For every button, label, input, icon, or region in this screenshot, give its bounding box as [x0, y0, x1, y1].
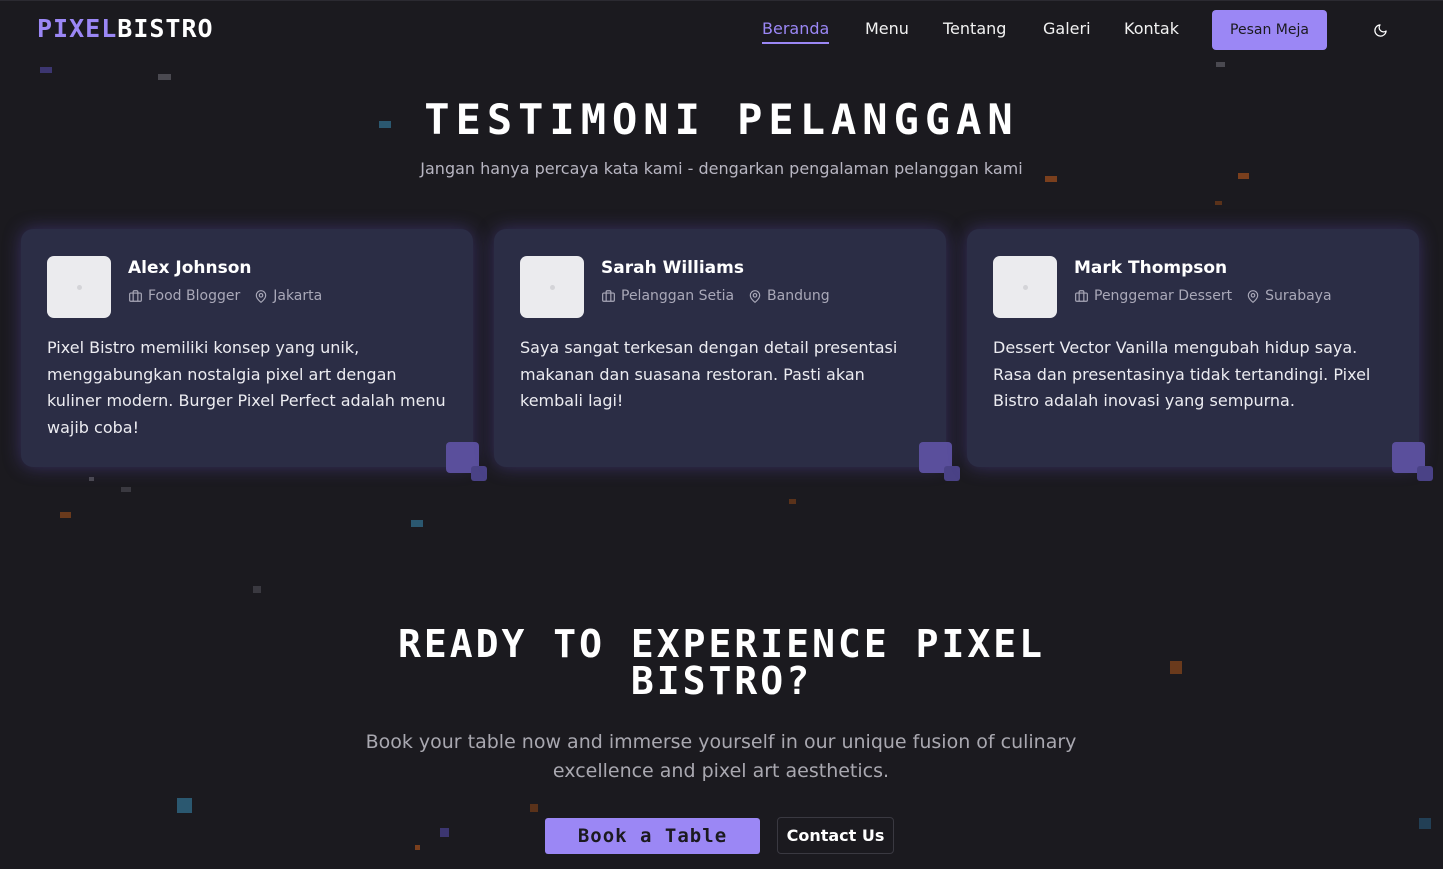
pixel-particle	[177, 798, 192, 813]
testimonial-quote: Pixel Bistro memiliki konsep yang unik, …	[47, 338, 446, 437]
map-pin-icon	[748, 289, 762, 304]
testimonial-meta: Food Blogger Jakarta	[128, 287, 322, 305]
pixel-particle	[1215, 201, 1222, 205]
testimonial-name: Alex Johnson	[128, 258, 252, 278]
moon-icon	[1373, 23, 1387, 37]
pixel-particle	[253, 586, 261, 593]
avatar	[520, 256, 584, 318]
pixel-particle	[530, 804, 538, 812]
avatar	[47, 256, 111, 318]
briefcase-icon	[1074, 289, 1089, 303]
top-navbar: PIXELBISTRO Beranda Menu Tentang Galeri …	[0, 0, 1443, 58]
briefcase-icon	[128, 289, 143, 303]
nav-link-kontak[interactable]: Kontak	[1124, 18, 1179, 40]
pixel-particle	[158, 74, 171, 80]
pixel-particle	[60, 512, 71, 518]
testimonial-card: Mark Thompson Penggemar Dessert Surabaya…	[967, 229, 1433, 481]
testimonial-location: Bandung	[767, 288, 830, 304]
briefcase-icon	[601, 289, 616, 303]
pixel-corner-decoration	[471, 466, 487, 481]
theme-toggle-button[interactable]	[1369, 19, 1391, 41]
pixel-corner-decoration	[1417, 466, 1433, 481]
testimonials-title: TESTIMONI PELANGGAN	[424, 95, 1019, 144]
pixel-particle	[1419, 818, 1431, 829]
book-table-button[interactable]: Book a Table	[545, 818, 760, 854]
nav-link-beranda[interactable]: Beranda	[762, 18, 830, 44]
nav-link-galeri[interactable]: Galeri	[1043, 18, 1091, 40]
cta-description: Book your table now and immerse yourself…	[365, 731, 1077, 782]
testimonial-role: Penggemar Dessert	[1094, 288, 1233, 304]
brand-logo-part1: PIXEL	[37, 14, 118, 43]
nav-link-tentang[interactable]: Tentang	[943, 18, 1006, 40]
nav-link-menu[interactable]: Menu	[865, 18, 909, 40]
testimonial-role: Food Blogger	[148, 288, 241, 304]
pixel-particle	[411, 520, 423, 527]
pixel-particle	[415, 845, 420, 850]
avatar	[993, 256, 1057, 318]
testimonial-name: Sarah Williams	[601, 258, 744, 278]
testimonial-meta: Pelanggan Setia Bandung	[601, 287, 830, 305]
testimonial-name: Mark Thompson	[1074, 258, 1228, 278]
testimonial-location: Jakarta	[273, 288, 323, 304]
brand-logo[interactable]: PIXELBISTRO	[37, 14, 214, 44]
map-pin-icon	[1246, 289, 1260, 304]
map-pin-icon	[254, 289, 268, 304]
pixel-particle	[440, 828, 449, 837]
testimonial-meta: Penggemar Dessert Surabaya	[1074, 287, 1332, 305]
testimonial-card: Sarah Williams Pelanggan Setia Bandung S…	[494, 229, 960, 481]
testimonial-quote: Dessert Vector Vanilla mengubah hidup sa…	[993, 338, 1371, 410]
pixel-particle	[89, 477, 94, 481]
pixel-corner-decoration	[944, 466, 960, 481]
pixel-particle	[121, 487, 131, 492]
testimonials-subtitle: Jangan hanya percaya kata kami - dengark…	[420, 159, 1023, 178]
testimonial-card: Alex Johnson Food Blogger Jakarta Pixel …	[21, 229, 487, 481]
testimonial-quote: Saya sangat terkesan dengan detail prese…	[520, 338, 898, 410]
reserve-table-button[interactable]: Pesan Meja	[1212, 10, 1327, 50]
cta-title: READY TO EXPERIENCE PIXEL BISTRO?	[0, 622, 1443, 703]
pixel-particle	[789, 499, 796, 504]
contact-us-button[interactable]: Contact Us	[777, 817, 894, 854]
testimonial-location: Surabaya	[1265, 288, 1332, 304]
brand-logo-part2: BISTRO	[117, 14, 214, 43]
cta-title-text: READY TO EXPERIENCE PIXEL BISTRO?	[398, 622, 1045, 703]
testimonial-role: Pelanggan Setia	[621, 288, 735, 304]
pixel-particle	[40, 67, 52, 73]
pixel-particle	[1216, 62, 1225, 67]
